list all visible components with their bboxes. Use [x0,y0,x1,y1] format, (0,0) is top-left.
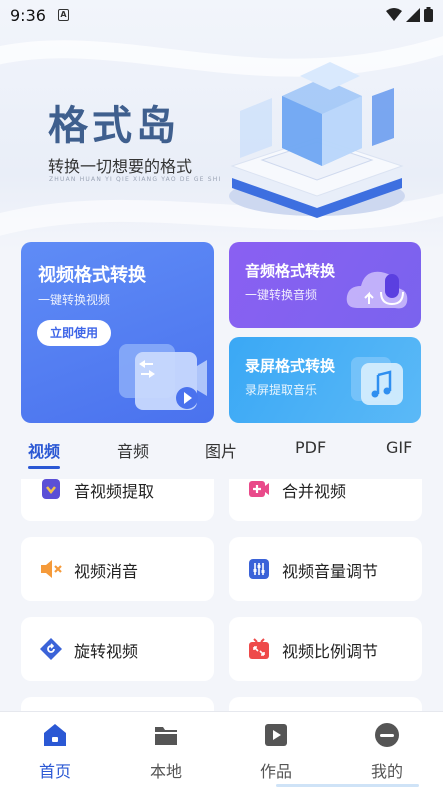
tool-merge-video[interactable]: 合并视频 [229,479,422,521]
tab-pdf[interactable]: PDF [295,438,326,457]
mute-icon [41,560,62,578]
nav-label: 本地 [149,762,182,781]
video-card-title: 视频格式转换 [38,265,146,286]
tool-grid: 音视频提取 合并视频 视频消音 视频音量调节 旋转视频 视频比例调节 [0,479,443,711]
status-bar: 9:36 A [0,0,443,30]
notification-icon: A [58,9,69,21]
system-icons [386,7,433,22]
audio-card-subtitle: 一键转换音频 [245,288,318,302]
nav-label: 首页 [38,762,71,781]
battery-icon [424,7,433,22]
brand-title: 格式岛 [48,103,180,149]
tool-label: 音视频提取 [74,482,155,501]
tool-label: 视频音量调节 [282,562,379,581]
nav-local[interactable]: 本地 [136,722,196,782]
tool-volume-adjust[interactable]: 视频音量调节 [229,537,422,601]
status-time: 9:36 [10,6,46,25]
wifi-icon [386,7,402,21]
tab-image[interactable]: 图片 [205,438,237,462]
screen-card-title: 录屏格式转换 [245,357,336,375]
tool-ratio-adjust[interactable]: 视频比例调节 [229,617,422,681]
rotate-icon [40,638,62,660]
brand-pinyin: ZHUAN HUAN YI QIE XIANG YAO DE GE SHI [49,176,222,183]
tool-label: 合并视频 [282,482,347,501]
nav-home[interactable]: 首页 [25,722,85,782]
nav-label: 我的 [370,762,403,781]
hero-banner: 格式岛 转换一切想要的格式 ZHUAN HUAN YI QIE XIANG YA… [0,0,443,250]
tab-audio[interactable]: 音频 [117,438,149,462]
folder-icon [155,727,177,745]
profile-icon [375,723,399,747]
tool-label: 旋转视频 [74,642,139,661]
hero-3d-illustration [229,62,405,218]
tool-next-right[interactable] [229,697,422,711]
volume-adjust-icon [249,559,269,579]
play-icon [265,724,287,746]
tab-gif[interactable]: GIF [386,438,412,457]
bottom-navigation: 首页 本地 作品 我的 [0,711,443,787]
extract-icon [42,479,60,499]
tool-label: 视频消音 [74,562,139,581]
category-tabs: 视频 音频 图片 PDF GIF [0,430,443,470]
tool-next-left[interactable] [21,697,214,711]
tool-mute-video[interactable]: 视频消音 [21,537,214,601]
active-tab-indicator [28,466,60,469]
nav-mine[interactable]: 我的 [357,722,417,782]
screen-card-subtitle: 录屏提取音乐 [245,383,318,397]
tool-extract-audio[interactable]: 音视频提取 [21,479,214,521]
video-camera-icon [119,344,207,410]
nav-label: 作品 [259,762,292,781]
use-now-button[interactable]: 立即使用 [37,320,111,346]
audio-card-title: 音频格式转换 [245,262,336,280]
ratio-icon [249,638,269,659]
tool-rotate-video[interactable]: 旋转视频 [21,617,214,681]
audio-format-convert-card[interactable]: 音频格式转换 一键转换音频 [229,242,421,328]
signal-icon [406,7,420,22]
cloud-microphone-icon [346,271,408,309]
home-icon [44,724,66,746]
merge-video-icon [249,481,269,497]
video-format-convert-card[interactable]: 视频格式转换 一键转换视频 立即使用 [21,242,214,423]
music-note-icon [351,357,403,405]
video-card-subtitle: 一键转换视频 [38,293,111,307]
screen-record-convert-card[interactable]: 录屏格式转换 录屏提取音乐 [229,337,421,423]
brand-subtitle: 转换一切想要的格式 [48,157,193,176]
nav-works[interactable]: 作品 [246,722,306,782]
tool-label: 视频比例调节 [282,642,379,661]
tab-video[interactable]: 视频 [28,438,60,462]
